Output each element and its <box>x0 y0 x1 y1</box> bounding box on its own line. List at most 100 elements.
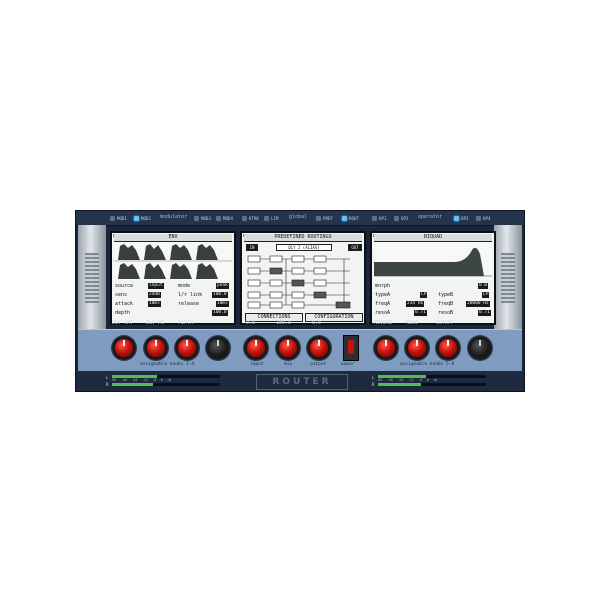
section-label-operator: operator <box>418 214 443 220</box>
param-value[interactable]: LP <box>482 292 490 298</box>
param-value[interactable]: 24dB <box>148 292 161 298</box>
meter-tick: +6 <box>166 378 172 382</box>
assignable-knob-3[interactable] <box>175 336 199 360</box>
led-icon <box>216 215 221 221</box>
param-value[interactable]: 100.0 <box>212 292 228 298</box>
ktrk-toggle[interactable]: KTRK <box>242 214 259 222</box>
assignable-knob-2[interactable] <box>144 336 168 360</box>
top-toolbar: MOD1 MOD2 modulator MOD3 MOD4 KTRK LIM g… <box>76 211 524 226</box>
assignable-knob-8[interactable] <box>468 336 492 360</box>
meter-channel-r: R <box>106 382 109 387</box>
op4-toggle[interactable]: OP4 <box>476 214 491 222</box>
meter-tick: -40 <box>386 378 393 382</box>
meter-tick: -6 <box>152 378 157 382</box>
led-icon <box>476 215 481 221</box>
meter-tick: -40 <box>120 378 127 382</box>
output-knob[interactable] <box>307 336 331 360</box>
param-value[interactable]: LP <box>420 292 428 298</box>
routing-in: IN <box>246 244 258 251</box>
assignable-knob-4[interactable] <box>206 336 230 360</box>
mod2-toggle[interactable]: MOD2 <box>134 214 151 222</box>
grill-decoration <box>501 253 515 303</box>
param-label: morph <box>375 283 391 289</box>
rout-toggle[interactable]: ROUT <box>342 214 359 222</box>
meter-channel-l: L <box>106 375 109 380</box>
routing-matrix[interactable] <box>246 253 362 309</box>
param-label: mode <box>178 283 191 289</box>
op1-toggle[interactable]: OP1 <box>372 214 387 222</box>
param-value[interactable]: peak <box>216 283 229 289</box>
param-label: resoA <box>375 310 391 316</box>
led-icon <box>342 215 347 221</box>
power-caption: power <box>341 362 355 367</box>
routing-preset-select[interactable]: DLY 2 (ALIAS) <box>276 244 332 251</box>
param-label: sens <box>115 292 128 298</box>
meter-bar-r <box>378 383 486 386</box>
output-meter: L R -60 -40 -24 -12 -6 0 +6 <box>372 374 494 387</box>
mod3-toggle[interactable]: MOD3 <box>194 214 211 222</box>
param-value[interactable]: 20000 Hz <box>466 301 490 307</box>
knob-label-dly-amt: DLY AMT <box>112 320 134 326</box>
biquad-screen-title: BIQUAD <box>374 234 492 242</box>
input-knob[interactable] <box>244 336 268 360</box>
mod4-toggle[interactable]: MOD4 <box>216 214 233 222</box>
param-label: attack <box>115 301 134 307</box>
meter-fill <box>378 383 422 386</box>
led-icon <box>454 215 459 221</box>
op2-toggle[interactable]: OP2 <box>394 214 409 222</box>
param-value[interactable]: input <box>148 283 164 289</box>
routing-nodes <box>247 255 351 309</box>
knob-label-reverb: REVERB <box>374 320 393 326</box>
assignable-knob-7[interactable] <box>436 336 460 360</box>
param-value[interactable]: 234 Hz <box>406 301 425 307</box>
led-icon <box>242 215 247 221</box>
param-label: depth <box>115 310 131 316</box>
meter-tick: -60 <box>110 378 117 382</box>
param-label: typeB <box>438 292 454 298</box>
output-value: 0.0 <box>312 320 322 326</box>
param-label: freqB <box>438 301 454 307</box>
meter-tick: 0 <box>160 378 163 382</box>
meter-channel-l: L <box>372 375 375 380</box>
plugin-window: MOD1 MOD2 modulator MOD3 MOD4 KTRK LIM g… <box>75 210 525 392</box>
op3-toggle[interactable]: OP3 <box>454 214 469 222</box>
pref-toggle[interactable]: PREF <box>316 214 333 222</box>
biquad-screen: ⊠ BIQUAD morph 0.0 typeA LP typeB LP fre… <box>370 231 496 325</box>
assignable-knobs-caption-left: assignable knobs 1-4 <box>140 362 195 367</box>
knob-label-fifth: FIFTH <box>178 320 194 326</box>
knob-label-reso: RESO <box>406 320 419 326</box>
mix-value: 100.0 <box>276 320 292 326</box>
assignable-knob-6[interactable] <box>405 336 429 360</box>
assignable-knob-5[interactable] <box>374 336 398 360</box>
logo-text: ROUTER <box>272 377 332 387</box>
mix-caption: mix <box>284 362 293 367</box>
param-value[interactable]: 10ms <box>216 301 229 307</box>
param-label: freqA <box>375 301 391 307</box>
param-label: source <box>115 283 134 289</box>
power-switch[interactable] <box>343 335 359 361</box>
meter-channel-r: R <box>372 382 375 387</box>
meter-scale: -60 -40 -24 -12 -6 0 +6 <box>376 378 490 382</box>
filter-response-graph <box>374 242 492 280</box>
meter-fill <box>112 383 154 386</box>
meter-tick: -6 <box>418 378 423 382</box>
led-icon <box>394 215 399 221</box>
param-value[interactable]: 10ms <box>148 301 161 307</box>
output-caption: output <box>310 362 327 367</box>
mix-knob[interactable] <box>276 336 300 360</box>
assignable-knob-1[interactable] <box>112 336 136 360</box>
led-icon <box>194 215 199 221</box>
product-logo: ROUTER <box>256 374 348 390</box>
meter-tick: 0 <box>426 378 429 382</box>
param-value[interactable]: 0.0 <box>478 283 489 289</box>
param-label: resoB <box>438 310 454 316</box>
param-value[interactable]: 100.0 <box>212 310 228 316</box>
section-label-global: global <box>289 214 308 220</box>
knob-label-cutoff: CUTOFF <box>436 320 455 326</box>
param-label: release <box>178 301 200 307</box>
param-value[interactable]: 0.71 <box>414 310 427 316</box>
lim-toggle[interactable]: LIM <box>264 214 279 222</box>
envelope-screen-title: ENV <box>114 234 232 242</box>
param-value[interactable]: 0.71 <box>478 310 491 316</box>
mod1-toggle[interactable]: MOD1 <box>110 214 127 222</box>
